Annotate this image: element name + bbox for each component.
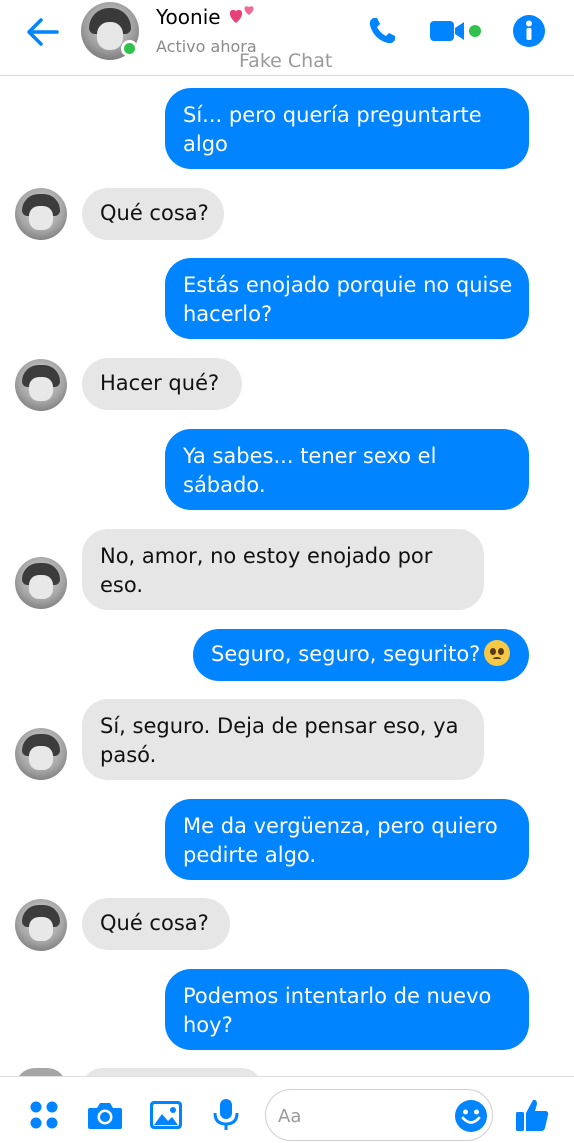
contact-avatar[interactable] (15, 188, 67, 240)
message-line: Ya sabes... tener sexo el (183, 444, 437, 468)
camera-icon[interactable] (85, 1095, 125, 1135)
outgoing-message[interactable]: Ya sabes... tener sexo el sábado. (165, 429, 529, 510)
contact-avatar[interactable] (15, 899, 67, 951)
contact-name[interactable]: Yoonie (156, 5, 221, 29)
phone-icon[interactable] (362, 10, 402, 52)
message-line: hacerlo? (183, 302, 273, 326)
message-input-box[interactable] (265, 1089, 493, 1141)
incoming-message[interactable]: Hacer qué? (82, 358, 242, 410)
apps-icon[interactable] (24, 1095, 64, 1135)
back-arrow-icon[interactable] (22, 12, 62, 52)
contact-avatar[interactable] (15, 359, 67, 411)
online-indicator (121, 40, 138, 57)
message-line: Hacer qué? (100, 371, 220, 395)
outgoing-message[interactable]: Seguro, seguro, segurito? (193, 629, 529, 681)
message-line: Me da vergüenza, pero quiero (183, 814, 498, 838)
message-line: algo (183, 132, 228, 156)
info-icon[interactable] (508, 10, 550, 52)
chat-header: Yoonie Activo ahora Fake Chat (0, 0, 574, 76)
microphone-icon[interactable] (206, 1095, 246, 1135)
incoming-message[interactable]: Qué cosa? (82, 188, 224, 240)
outgoing-message[interactable]: Podemos intentarlo de nuevo hoy? (165, 969, 529, 1050)
watermark: Fake Chat (239, 50, 333, 72)
thumbs-up-icon[interactable] (512, 1095, 552, 1135)
incoming-message[interactable]: Qué cosa? (82, 898, 230, 950)
message-line: Sí, seguro. Deja de pensar eso, ya (100, 714, 459, 738)
video-call-icon[interactable] (428, 10, 486, 52)
message-line: Podemos intentarlo de nuevo (183, 984, 492, 1008)
message-line: hoy? (183, 1013, 233, 1037)
message-line: Estás enojado porquie no quise (183, 273, 513, 297)
pleading-face-icon (484, 640, 511, 666)
outgoing-message[interactable]: Estás enojado porquie no quise hacerlo? (165, 258, 529, 339)
message-input[interactable] (278, 1102, 448, 1130)
message-line: pasó. (100, 743, 157, 767)
message-line: sábado. (183, 473, 266, 497)
image-icon[interactable] (146, 1095, 186, 1135)
message-line: Seguro, seguro, segurito? (211, 642, 481, 666)
contact-avatar[interactable] (15, 728, 67, 780)
contact-avatar[interactable] (15, 557, 67, 609)
two-hearts-icon (229, 6, 254, 23)
incoming-message[interactable]: No, amor, no estoy enojado por eso. (82, 529, 484, 610)
message-composer (0, 1076, 574, 1143)
message-line: Qué cosa? (100, 911, 209, 935)
message-line: Sí... pero quería preguntarte (183, 103, 482, 127)
message-line: pedirte algo. (183, 843, 317, 867)
outgoing-message[interactable]: Me da vergüenza, pero quiero pedirte alg… (165, 799, 529, 880)
emoji-icon[interactable] (454, 1099, 488, 1133)
outgoing-message[interactable]: Sí... pero quería preguntarte algo (165, 88, 529, 169)
message-line: No, amor, no estoy enojado por (100, 544, 433, 568)
message-line: Qué cosa? (100, 201, 209, 225)
message-line: eso. (100, 573, 144, 597)
incoming-message[interactable]: Sí, seguro. Deja de pensar eso, ya pasó. (82, 699, 484, 780)
